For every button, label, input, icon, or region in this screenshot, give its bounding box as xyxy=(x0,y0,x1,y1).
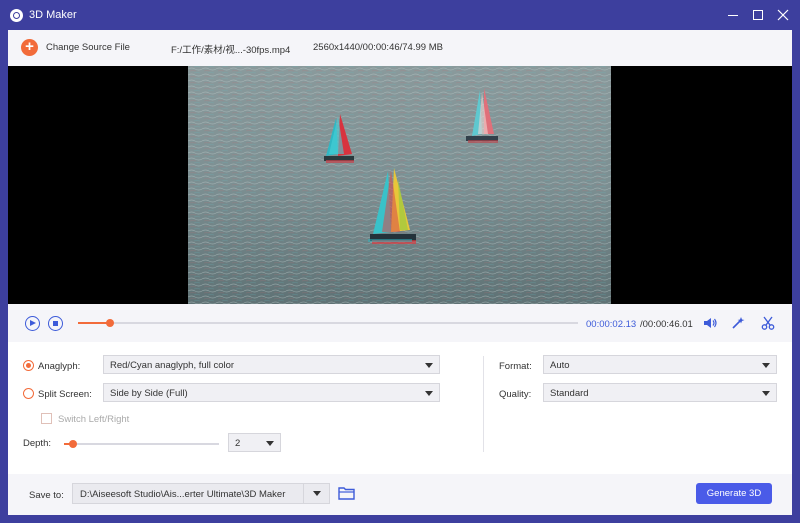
app-window: 3D Maker + Change Source File F:/工作/素材/视… xyxy=(0,0,800,523)
quality-select[interactable]: Standard xyxy=(543,383,777,402)
anaglyph-value: Red/Cyan anaglyph, full color xyxy=(110,360,235,371)
change-source-button[interactable]: Change Source File xyxy=(46,42,130,53)
split-screen-radio[interactable] xyxy=(23,388,34,399)
minimize-icon xyxy=(728,15,738,16)
scissors-icon[interactable] xyxy=(760,315,776,331)
format-select[interactable]: Auto xyxy=(543,355,777,374)
source-file-name: F:/工作/素材/视...-30fps.mp4 xyxy=(171,45,291,56)
sailboats-anaglyph-frame xyxy=(188,66,611,304)
generate-3d-button[interactable]: Generate 3D xyxy=(696,483,772,504)
save-to-label: Save to: xyxy=(29,490,64,501)
save-path-value: D:\Aiseesoft Studio\Ais...erter Ultimate… xyxy=(80,489,286,500)
source-file-info: 2560x1440/00:00:46/74.99 MB xyxy=(313,42,443,53)
close-icon xyxy=(777,9,789,21)
add-file-icon[interactable]: + xyxy=(21,39,38,56)
source-bar: + Change Source File F:/工作/素材/视...-30fps… xyxy=(8,30,792,66)
depth-value: 2 xyxy=(235,438,241,449)
quality-value: Standard xyxy=(550,388,589,399)
title-bar: 3D Maker xyxy=(0,0,800,30)
depth-slider[interactable] xyxy=(64,440,219,448)
minimize-button[interactable] xyxy=(724,6,742,24)
main-panel: + Change Source File F:/工作/素材/视...-30fps… xyxy=(8,30,792,515)
maximize-icon xyxy=(753,10,763,20)
depth-slider-handle[interactable] xyxy=(69,440,78,448)
switch-left-right-checkbox[interactable] xyxy=(41,413,52,424)
current-time: 00:00:02.13 xyxy=(586,319,637,330)
format-value: Auto xyxy=(550,360,570,371)
stop-button[interactable] xyxy=(48,316,63,331)
chevron-down-icon xyxy=(762,363,770,368)
save-path-select[interactable]: D:\Aiseesoft Studio\Ais...erter Ultimate… xyxy=(72,483,330,504)
progress-bar[interactable] xyxy=(78,319,578,327)
folder-icon[interactable] xyxy=(338,486,355,500)
chevron-down-icon xyxy=(266,441,274,446)
close-button[interactable] xyxy=(774,6,792,24)
switch-left-right-label: Switch Left/Right xyxy=(58,414,130,425)
effects-wand-icon[interactable] xyxy=(730,315,746,331)
video-frame xyxy=(188,66,611,304)
play-button[interactable] xyxy=(25,316,40,331)
progress-fill xyxy=(78,322,110,324)
chevron-down-icon xyxy=(425,363,433,368)
quality-label: Quality: xyxy=(499,389,532,400)
app-logo-icon xyxy=(10,9,23,22)
format-label: Format: xyxy=(499,361,532,372)
depth-select[interactable]: 2 xyxy=(228,433,281,452)
split-screen-value: Side by Side (Full) xyxy=(110,388,188,399)
split-screen-label: Split Screen: xyxy=(38,389,92,400)
maximize-button[interactable] xyxy=(749,6,767,24)
playback-controls: 00:00:02.13 /00:00:46.01 xyxy=(8,304,792,342)
depth-label: Depth: xyxy=(23,438,51,449)
chevron-down-icon xyxy=(762,391,770,396)
window-title: 3D Maker xyxy=(29,9,77,21)
progress-handle[interactable] xyxy=(105,319,114,327)
anaglyph-label: Anaglyph: xyxy=(38,361,81,372)
settings-panel: Anaglyph: Red/Cyan anaglyph, full color … xyxy=(8,342,792,474)
settings-divider xyxy=(483,356,484,452)
volume-icon[interactable] xyxy=(702,315,718,331)
chevron-down-icon[interactable] xyxy=(303,484,329,503)
anaglyph-radio[interactable] xyxy=(23,360,34,371)
split-screen-select[interactable]: Side by Side (Full) xyxy=(103,383,440,402)
anaglyph-select[interactable]: Red/Cyan anaglyph, full color xyxy=(103,355,440,374)
chevron-down-icon xyxy=(425,391,433,396)
output-bar: Save to: D:\Aiseesoft Studio\Ais...erter… xyxy=(8,474,792,515)
video-preview xyxy=(8,66,792,304)
total-time: /00:00:46.01 xyxy=(640,319,693,330)
